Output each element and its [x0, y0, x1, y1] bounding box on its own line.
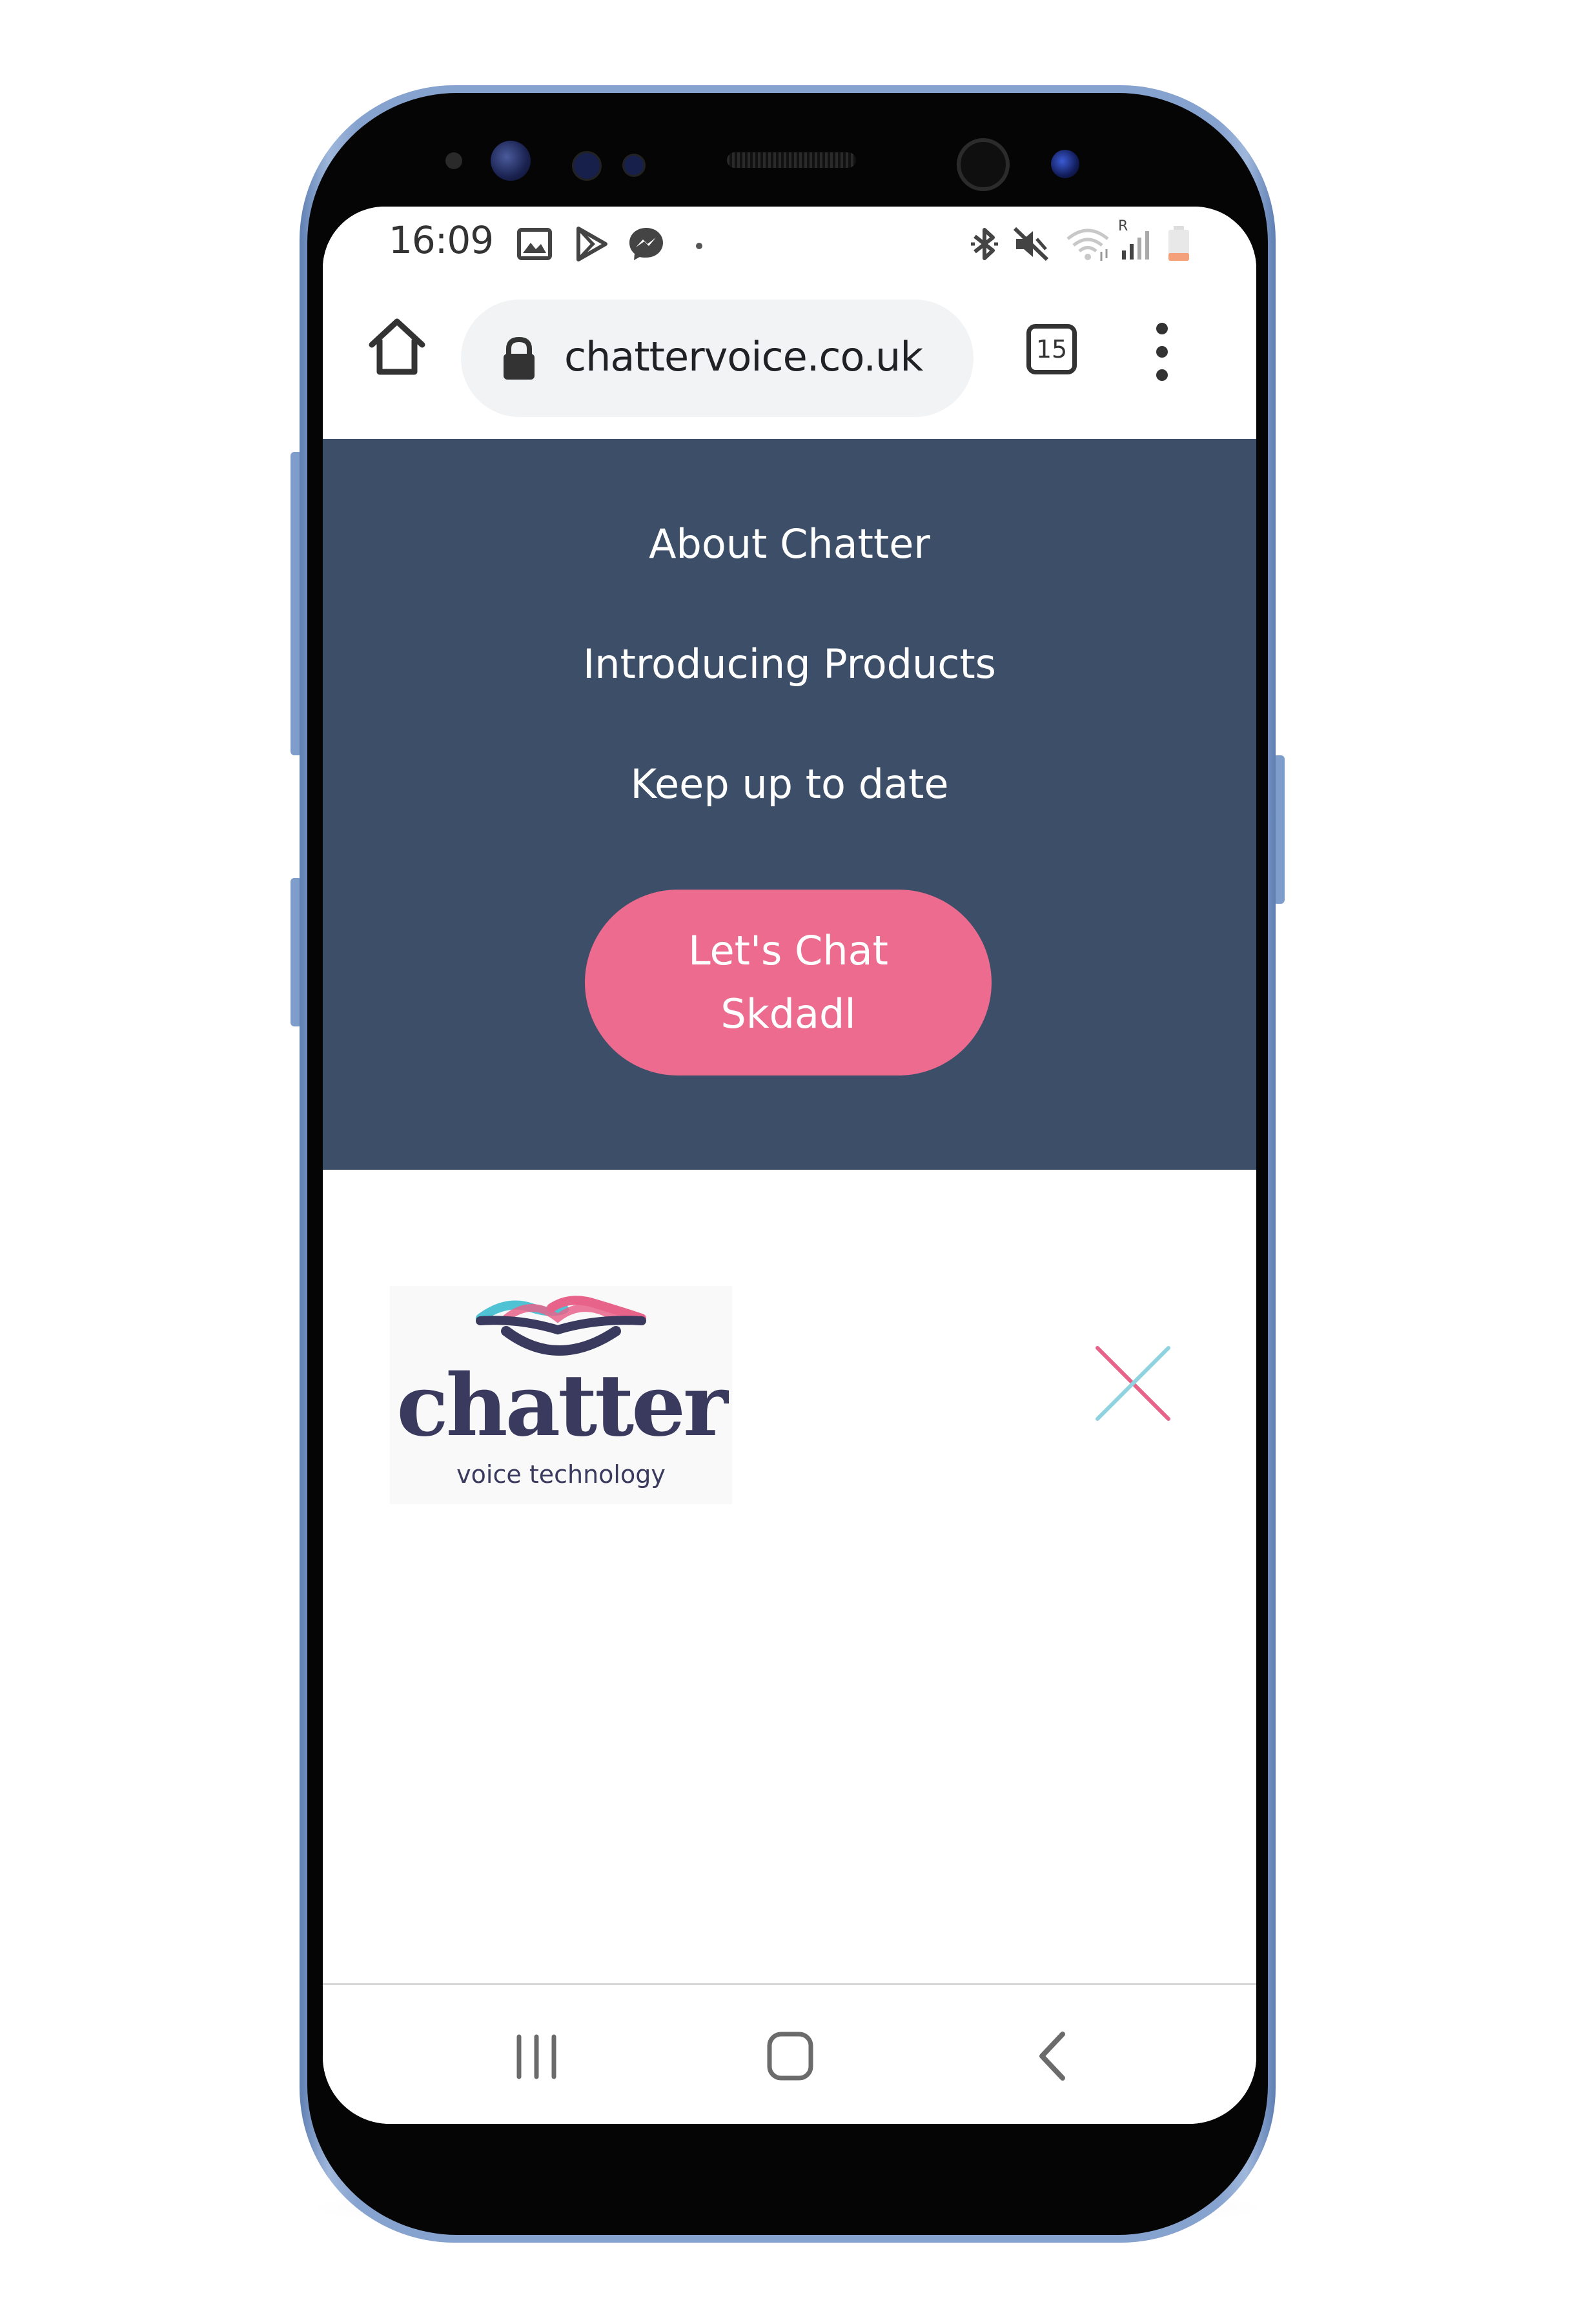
close-icon[interactable] [1091, 1341, 1175, 1425]
nav-link-keep-up-to-date[interactable]: Keep up to date [323, 760, 1256, 808]
cta-line-1: Let's Chat [688, 927, 888, 974]
chatter-logo[interactable]: chatter voice technology [390, 1286, 732, 1504]
back-icon[interactable] [1019, 2024, 1090, 2088]
camera-lens-icon [1051, 150, 1079, 178]
image-icon [517, 228, 552, 260]
bluetooth-icon [971, 228, 998, 260]
led-indicator [622, 154, 646, 177]
home-square-icon[interactable] [754, 2024, 825, 2088]
more-vert-icon[interactable] [1143, 316, 1181, 387]
proximity-sensor [445, 152, 462, 169]
battery-icon [1168, 226, 1189, 261]
light-sensor [572, 151, 602, 181]
signal-icon [1122, 231, 1149, 260]
cta-line-2: Skdadl [720, 990, 856, 1037]
screenshot-canvas: 16:09 R chattervoice.co.uk 15 About Chat… [0, 0, 1570, 2324]
url-text[interactable]: chattervoice.co.uk [564, 333, 923, 380]
recents-icon[interactable] [501, 2024, 572, 2088]
menu-dot [1156, 369, 1168, 381]
logo-tagline: voice technology [456, 1460, 666, 1489]
address-bar[interactable]: chattervoice.co.uk [461, 300, 974, 417]
mute-icon [1013, 227, 1049, 261]
play-store-icon [576, 227, 607, 261]
home-icon[interactable] [362, 311, 433, 382]
system-nav-bar [323, 1985, 1256, 2124]
front-camera [957, 138, 1010, 191]
logo-wordmark: chatter [396, 1356, 728, 1456]
browser-toolbar: chattervoice.co.uk 15 [323, 278, 1256, 439]
messenger-icon [629, 228, 663, 260]
tab-switcher-button[interactable]: 15 [1026, 324, 1077, 374]
dot-icon [696, 243, 702, 249]
lock-icon[interactable] [500, 336, 538, 382]
status-bar: 16:09 R [323, 207, 1256, 278]
nav-link-about[interactable]: About Chatter [323, 520, 1256, 567]
menu-dot [1156, 323, 1168, 334]
status-time: 16:09 [389, 218, 494, 262]
menu-dot [1156, 346, 1168, 358]
iris-sensor [491, 141, 531, 181]
phone-screen: 16:09 R chattervoice.co.uk 15 About Chat… [323, 207, 1256, 2124]
lets-chat-button[interactable]: Let's Chat Skdadl [585, 890, 992, 1075]
nav-link-products[interactable]: Introducing Products [323, 640, 1256, 688]
earpiece-speaker [727, 152, 856, 168]
wifi-icon [1066, 229, 1109, 261]
nav-menu-panel: About Chatter Introducing Products Keep … [323, 439, 1256, 1170]
